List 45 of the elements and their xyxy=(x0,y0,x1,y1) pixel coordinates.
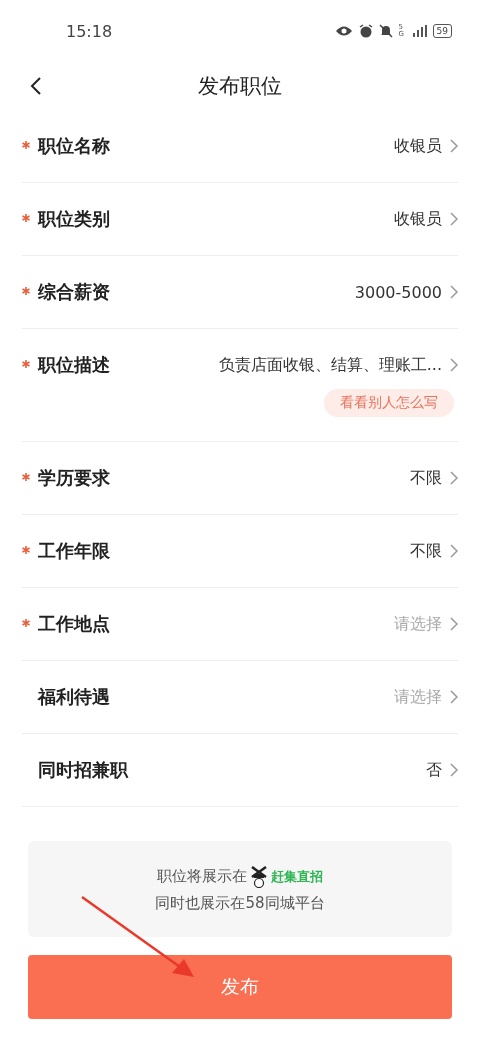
chevron-right-icon xyxy=(450,358,458,372)
field-label: 职位名称 xyxy=(38,134,110,158)
field-label: 职位描述 xyxy=(38,353,110,377)
field-label: 同时招兼职 xyxy=(38,758,128,782)
form-row[interactable]: 工作年限 不限 xyxy=(22,515,458,587)
chevron-right-icon xyxy=(450,617,458,631)
chevron-right-icon xyxy=(450,139,458,153)
chevron-right-icon xyxy=(450,544,458,558)
field-value[interactable]: 否 xyxy=(426,759,442,781)
form-row[interactable]: 同时招兼职 否 xyxy=(22,734,458,806)
field-label: 学历要求 xyxy=(38,466,110,490)
back-icon[interactable] xyxy=(30,76,42,96)
form-row[interactable]: 工作地点 请选择 xyxy=(22,588,458,660)
form-row[interactable]: 职位名称 收银员 xyxy=(22,110,458,182)
notice-text: 职位将展示在 xyxy=(157,867,247,886)
field-label: 福利待遇 xyxy=(38,685,110,709)
field-value[interactable]: 3000-5000 xyxy=(354,282,442,302)
chevron-right-icon xyxy=(450,471,458,485)
battery-level: 59 xyxy=(432,24,452,38)
alarm-icon xyxy=(358,24,373,38)
form-row[interactable]: 福利待遇 请选择 xyxy=(22,661,458,733)
logo-icon xyxy=(251,865,267,888)
chevron-right-icon xyxy=(450,212,458,226)
field-value[interactable]: 收银员 xyxy=(394,208,442,230)
field-label: 工作地点 xyxy=(38,612,110,636)
form-row[interactable]: 综合薪资 3000-5000 xyxy=(22,256,458,328)
status-time: 15:18 xyxy=(66,21,113,41)
signal-icon xyxy=(412,25,427,37)
notice-text: 同时也展示在58同城平台 xyxy=(155,893,325,913)
field-value[interactable]: 收银员 xyxy=(394,135,442,157)
form-row[interactable]: 职位类别 收银员 xyxy=(22,183,458,255)
field-label: 工作年限 xyxy=(38,539,110,563)
bell-muted-icon xyxy=(378,24,393,38)
chevron-right-icon xyxy=(450,763,458,777)
brand-name: 赶集直招 xyxy=(271,867,323,886)
page-title: 发布职位 xyxy=(198,73,282,100)
field-value[interactable]: 不限 xyxy=(410,467,442,489)
chevron-right-icon xyxy=(450,285,458,299)
form-row[interactable]: 学历要求 不限 xyxy=(22,442,458,514)
field-label: 职位类别 xyxy=(38,207,110,231)
field-label: 综合薪资 xyxy=(38,280,110,304)
chevron-right-icon xyxy=(450,690,458,704)
field-value[interactable]: 不限 xyxy=(410,540,442,562)
field-value[interactable]: 负责店面收银、结算、理账工... xyxy=(218,354,442,376)
eye-icon xyxy=(334,25,353,37)
